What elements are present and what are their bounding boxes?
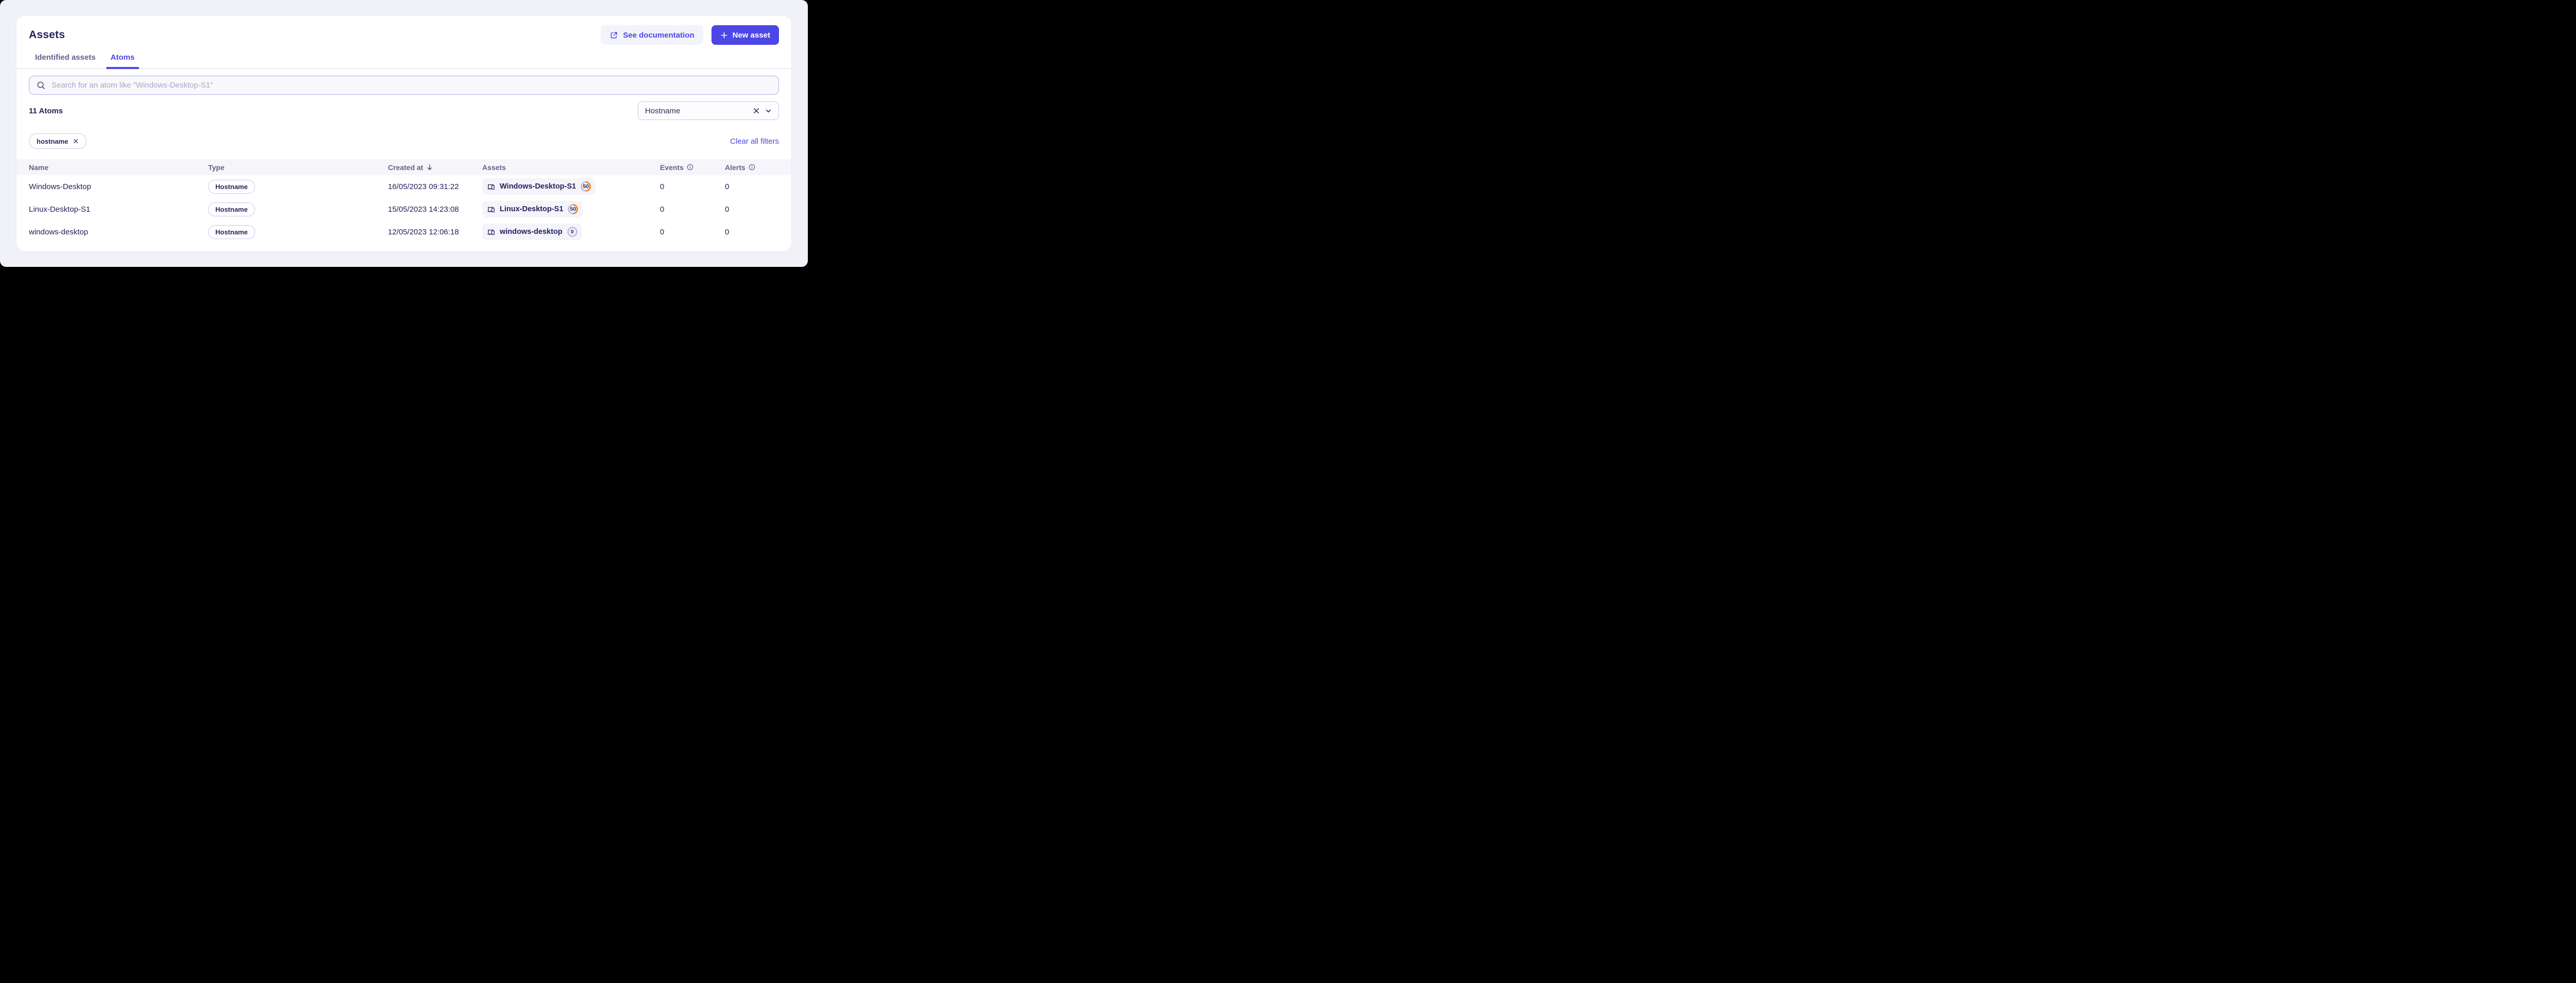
see-documentation-label: See documentation [623, 30, 694, 40]
alerts-count: 0 [725, 227, 730, 236]
search-icon [36, 80, 46, 90]
alerts-count: 0 [725, 205, 730, 214]
filter-type-value: Hostname [645, 106, 681, 115]
asset-name: Windows-Desktop-S1 [500, 182, 577, 191]
table-body: Windows-Desktop Hostname 16/05/2023 09:3… [16, 175, 791, 243]
table-row[interactable]: Linux-Desktop-S1 Hostname 15/05/2023 14:… [16, 198, 791, 221]
atom-name: Windows-Desktop [29, 182, 91, 191]
filter-chip-hostname: hostname [29, 133, 87, 149]
created-at-value: 12/05/2023 12:06:18 [388, 227, 459, 236]
tabs-bar: Identified assets Atoms [16, 53, 791, 69]
created-at-value: 15/05/2023 14:23:08 [388, 205, 459, 214]
table-row[interactable]: Windows-Desktop Hostname 16/05/2023 09:3… [16, 175, 791, 198]
asset-score-value: 50 [583, 183, 589, 190]
new-asset-button[interactable]: New asset [711, 25, 779, 45]
type-badge: Hostname [208, 225, 255, 239]
search-bar [29, 76, 779, 95]
column-header-events: Events [660, 163, 725, 172]
column-header-created-at[interactable]: Created at [388, 163, 482, 172]
assets-card: Assets See documentation New asset Ident… [16, 16, 791, 251]
assets-page: Assets See documentation New asset Ident… [0, 0, 808, 267]
events-count: 0 [660, 182, 665, 191]
created-at-value: 16/05/2023 09:31:22 [388, 182, 459, 191]
devices-icon [487, 228, 496, 236]
devices-icon [487, 182, 496, 191]
column-header-assets: Assets [482, 163, 506, 172]
table-row[interactable]: windows-desktop Hostname 12/05/2023 12:0… [16, 221, 791, 243]
filter-chip-label: hostname [37, 137, 69, 145]
tab-identified-assets[interactable]: Identified assets [35, 53, 96, 68]
events-count: 0 [660, 205, 665, 214]
column-header-alerts: Alerts [725, 163, 779, 172]
clear-all-filters-link[interactable]: Clear all filters [730, 137, 779, 146]
remove-filter-icon[interactable] [73, 138, 79, 144]
asset-link[interactable]: Linux-Desktop-S1 50 [482, 201, 583, 217]
filter-type-select[interactable]: Hostname [638, 101, 779, 120]
sort-desc-icon [426, 164, 433, 171]
search-input[interactable] [52, 81, 772, 90]
info-icon[interactable] [749, 164, 755, 171]
asset-score-value: 0 [570, 229, 574, 235]
see-documentation-button[interactable]: See documentation [601, 25, 703, 45]
asset-link[interactable]: windows-desktop 0 [482, 224, 582, 240]
filter-row: hostname Clear all filters [29, 133, 779, 149]
asset-score-badge: 50 [567, 204, 579, 215]
clear-filter-icon[interactable] [753, 107, 760, 114]
column-header-type: Type [208, 163, 225, 172]
asset-score-badge: 50 [580, 181, 591, 192]
type-badge: Hostname [208, 179, 255, 194]
asset-score-badge: 0 [567, 226, 578, 238]
alerts-count: 0 [725, 182, 730, 191]
column-header-name: Name [29, 163, 49, 172]
page-title: Assets [29, 29, 65, 41]
table-header: Name Type Created at Assets Events Alert… [16, 159, 791, 175]
asset-link[interactable]: Windows-Desktop-S1 50 [482, 178, 596, 195]
events-count: 0 [660, 227, 665, 236]
info-icon[interactable] [687, 164, 693, 171]
tab-atoms[interactable]: Atoms [106, 53, 139, 69]
toolbar: 11 Atoms Hostname [29, 101, 779, 120]
header-actions: See documentation New asset [601, 25, 779, 45]
chevron-down-icon[interactable] [765, 108, 772, 114]
asset-name: windows-desktop [500, 228, 563, 236]
atoms-count: 11 Atoms [29, 106, 63, 115]
plus-icon [720, 31, 728, 39]
card-header: Assets See documentation New asset [16, 16, 791, 45]
new-asset-label: New asset [732, 30, 770, 40]
atom-name: Linux-Desktop-S1 [29, 205, 91, 214]
type-badge: Hostname [208, 202, 255, 216]
atom-name: windows-desktop [29, 227, 89, 236]
atoms-table: Name Type Created at Assets Events Alert… [16, 159, 791, 251]
asset-score-value: 50 [570, 206, 577, 212]
asset-name: Linux-Desktop-S1 [500, 205, 564, 213]
external-link-icon [609, 31, 618, 40]
devices-icon [487, 205, 496, 214]
